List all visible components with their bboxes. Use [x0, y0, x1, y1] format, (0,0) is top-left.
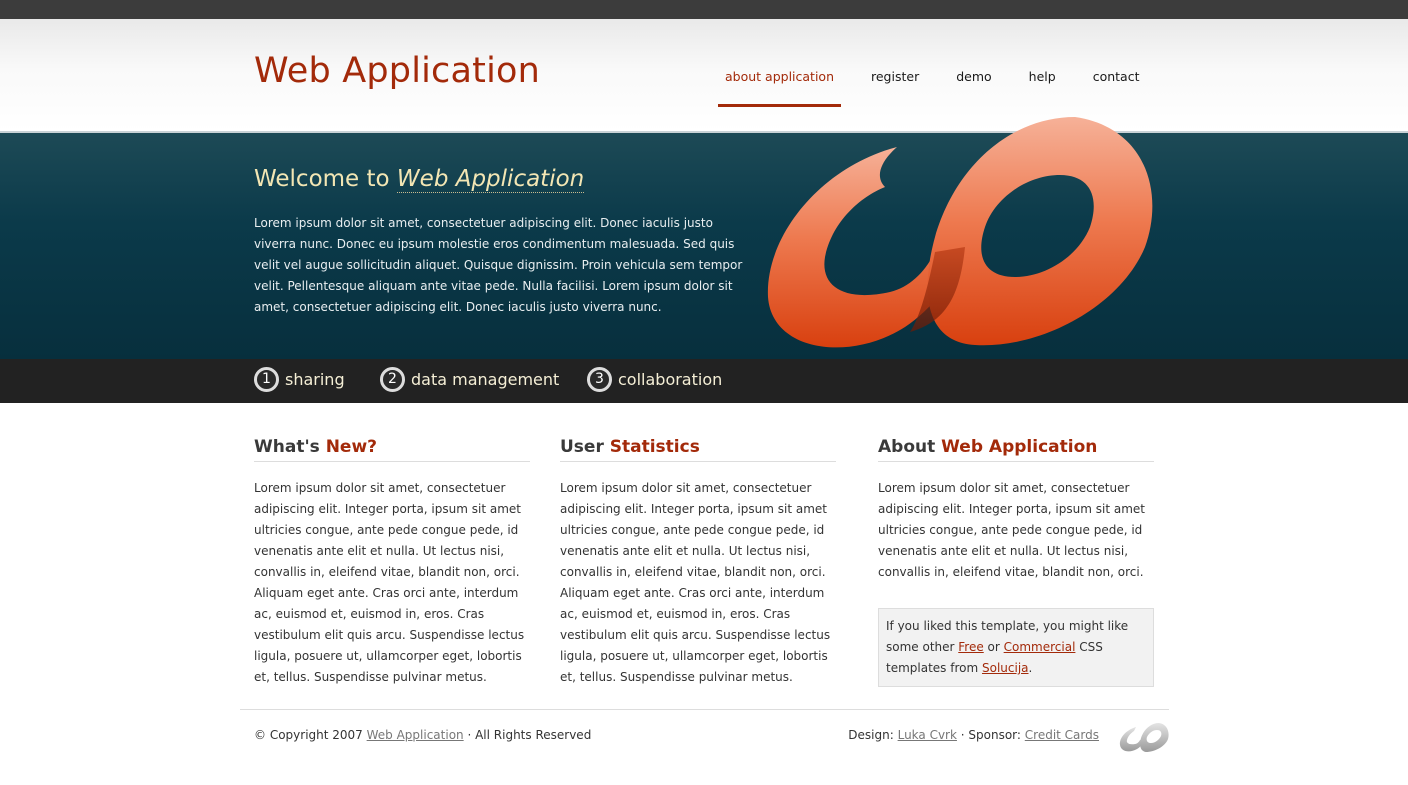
infinity-logo-icon [767, 117, 1153, 348]
feature-sharing[interactable]: 1 sharing [254, 367, 345, 392]
nav-contact[interactable]: contact [1086, 70, 1147, 107]
feature-number: 3 [587, 367, 612, 392]
promo-text: . [1028, 661, 1033, 675]
hero-heading-prefix: Welcome to [254, 166, 397, 192]
footer-credits: Design: Luka Cvrk · Sponsor: Credit Card… [848, 728, 1099, 742]
feature-number: 2 [380, 367, 405, 392]
promo-text: or [983, 640, 1004, 654]
footer-app-link[interactable]: Web Application [367, 728, 464, 742]
heading-part: About [878, 437, 942, 457]
feature-number: 1 [254, 367, 279, 392]
sponsor-link[interactable]: Credit Cards [1025, 728, 1099, 742]
top-bar [0, 0, 1408, 19]
copyright-text: © Copyright 2007 [254, 728, 367, 742]
heading-part: User [560, 437, 610, 457]
designer-link[interactable]: Luka Cvrk [898, 728, 957, 742]
promo-box: If you liked this template, you might li… [878, 608, 1154, 687]
column-user-statistics: User Statistics Lorem ipsum dolor sit am… [560, 437, 836, 688]
hero-heading-app: Web Application [396, 166, 585, 193]
column-heading: What's New? [254, 437, 530, 462]
column-about: About Web Application Lorem ipsum dolor … [878, 437, 1154, 687]
heading-highlight: New? [325, 437, 378, 457]
nav-register[interactable]: register [864, 70, 926, 107]
feature-collaboration[interactable]: 3 collaboration [587, 367, 722, 392]
feature-label: sharing [285, 370, 345, 389]
column-whats-new: What's New? Lorem ipsum dolor sit amet, … [254, 437, 530, 688]
column-text: Lorem ipsum dolor sit amet, consectetuer… [878, 481, 1145, 579]
heading-highlight: Web Application [941, 437, 1098, 457]
footer-divider [240, 709, 1169, 710]
feature-label: collaboration [618, 370, 723, 389]
nav-help[interactable]: help [1022, 70, 1063, 107]
site-title[interactable]: Web Application [254, 51, 540, 91]
heading-part: What's [254, 437, 326, 457]
design-label: Design: [848, 728, 898, 742]
hero-heading: Welcome to Web Application [254, 166, 585, 193]
feature-label: data management [411, 370, 560, 389]
nav-about-application[interactable]: about application [718, 70, 841, 107]
hero-text: Lorem ipsum dolor sit amet, consectetuer… [254, 216, 743, 314]
rights-text: · All Rights Reserved [463, 728, 592, 742]
feature-bar: 1 sharing 2 data management 3 collaborat… [0, 359, 1408, 403]
main-nav: about application register demo help con… [718, 70, 1147, 107]
column-heading: About Web Application [878, 437, 1154, 462]
free-templates-link[interactable]: Free [958, 640, 983, 654]
feature-data-management[interactable]: 2 data management [380, 367, 559, 392]
site-header: Web Application about application regist… [0, 19, 1408, 133]
hero-banner: Welcome to Web Application Lorem ipsum d… [0, 117, 1408, 359]
column-text: Lorem ipsum dolor sit amet, consectetuer… [254, 481, 525, 684]
solucija-link[interactable]: Solucija [982, 661, 1029, 675]
column-text: Lorem ipsum dolor sit amet, consectetuer… [560, 481, 831, 684]
column-heading: User Statistics [560, 437, 836, 462]
nav-demo[interactable]: demo [949, 70, 998, 107]
heading-highlight: Statistics [609, 437, 700, 457]
infinity-logo-small-icon [1119, 723, 1169, 752]
commercial-templates-link[interactable]: Commercial [1004, 640, 1076, 654]
sponsor-label: · Sponsor: [956, 728, 1025, 742]
footer-copyright: © Copyright 2007 Web Application · All R… [254, 728, 591, 742]
